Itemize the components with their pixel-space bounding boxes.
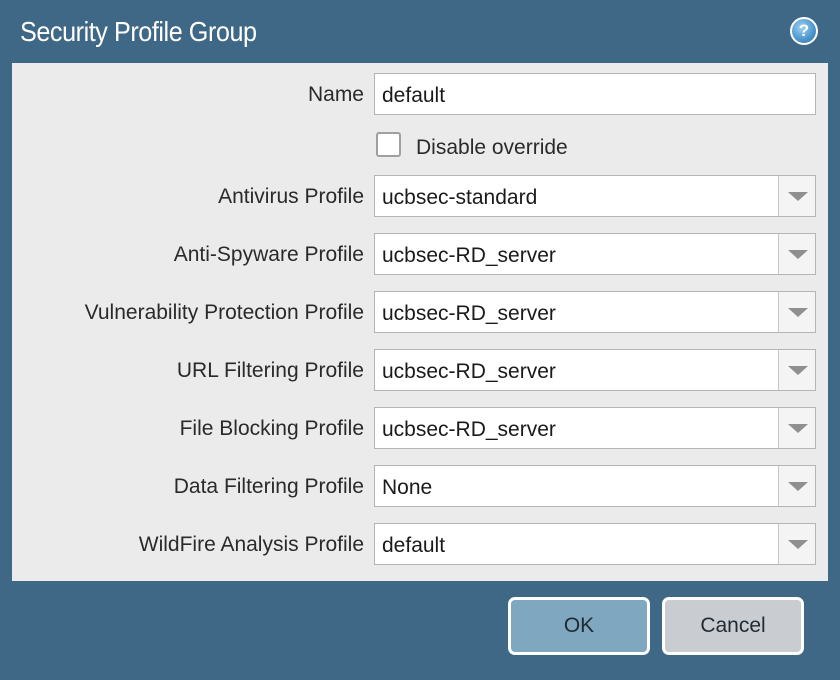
file-blocking-profile-row: File Blocking Profile ucbsec-RD_server xyxy=(12,407,828,451)
anti-spyware-dropdown-button[interactable] xyxy=(778,234,815,274)
ok-button[interactable]: OK xyxy=(508,597,650,655)
chevron-down-icon xyxy=(788,308,808,317)
file-blocking-dropdown-button[interactable] xyxy=(778,408,815,448)
chevron-down-icon xyxy=(788,192,808,201)
vulnerability-protection-profile-row: Vulnerability Protection Profile ucbsec-… xyxy=(12,291,828,335)
url-filtering-profile-value: ucbsec-RD_server xyxy=(382,360,556,383)
data-filtering-profile-value: None xyxy=(382,476,433,499)
cancel-button[interactable]: Cancel xyxy=(662,597,804,655)
name-input[interactable]: default xyxy=(374,73,816,115)
disable-override-checkbox[interactable] xyxy=(376,132,401,157)
chevron-down-icon xyxy=(788,250,808,259)
data-filtering-profile-row: Data Filtering Profile None xyxy=(12,465,828,509)
anti-spyware-profile-value: ucbsec-RD_server xyxy=(382,244,556,267)
chevron-down-icon xyxy=(788,540,808,549)
dialog-title: Security Profile Group xyxy=(20,16,257,47)
url-filtering-profile-label: URL Filtering Profile xyxy=(176,359,364,382)
antivirus-profile-select[interactable]: ucbsec-standard xyxy=(374,175,816,217)
file-blocking-profile-select[interactable]: ucbsec-RD_server xyxy=(374,407,816,449)
wildfire-analysis-profile-row: WildFire Analysis Profile default xyxy=(12,523,828,567)
data-filtering-profile-select[interactable]: None xyxy=(374,465,816,507)
data-filtering-profile-label: Data Filtering Profile xyxy=(173,475,364,498)
antivirus-profile-row: Antivirus Profile ucbsec-standard xyxy=(12,175,828,219)
chevron-down-icon xyxy=(788,424,808,433)
name-input-value: default xyxy=(382,84,446,107)
name-label: Name xyxy=(307,83,364,106)
anti-spyware-profile-select[interactable]: ucbsec-RD_server xyxy=(374,233,816,275)
url-filtering-profile-row: URL Filtering Profile ucbsec-RD_server xyxy=(12,349,828,393)
anti-spyware-profile-row: Anti-Spyware Profile ucbsec-RD_server xyxy=(12,233,828,277)
help-icon[interactable]: ? xyxy=(790,17,818,45)
chevron-down-icon xyxy=(788,366,808,375)
wildfire-analysis-profile-select[interactable]: default xyxy=(374,523,816,565)
form-panel: Name default Disable override Antivirus … xyxy=(12,63,828,581)
wildfire-dropdown-button[interactable] xyxy=(778,524,815,564)
security-profile-group-dialog: Security Profile Group ? Name default Di… xyxy=(0,0,840,680)
antivirus-profile-label: Antivirus Profile xyxy=(218,185,364,208)
file-blocking-profile-label: File Blocking Profile xyxy=(179,417,364,440)
disable-override-label[interactable]: Disable override xyxy=(416,129,568,165)
url-filtering-dropdown-button[interactable] xyxy=(778,350,815,390)
antivirus-profile-value: ucbsec-standard xyxy=(382,186,538,209)
vulnerability-dropdown-button[interactable] xyxy=(778,292,815,332)
vulnerability-protection-profile-select[interactable]: ucbsec-RD_server xyxy=(374,291,816,333)
url-filtering-profile-select[interactable]: ucbsec-RD_server xyxy=(374,349,816,391)
file-blocking-profile-value: ucbsec-RD_server xyxy=(382,418,556,441)
vulnerability-protection-profile-label: Vulnerability Protection Profile xyxy=(84,301,364,324)
anti-spyware-profile-label: Anti-Spyware Profile xyxy=(173,243,364,266)
data-filtering-dropdown-button[interactable] xyxy=(778,466,815,506)
name-row: Name default xyxy=(12,73,828,117)
wildfire-analysis-profile-label: WildFire Analysis Profile xyxy=(138,533,364,556)
vulnerability-protection-profile-value: ucbsec-RD_server xyxy=(382,302,556,325)
antivirus-dropdown-button[interactable] xyxy=(778,176,815,216)
wildfire-analysis-profile-value: default xyxy=(382,534,446,557)
chevron-down-icon xyxy=(788,482,808,491)
